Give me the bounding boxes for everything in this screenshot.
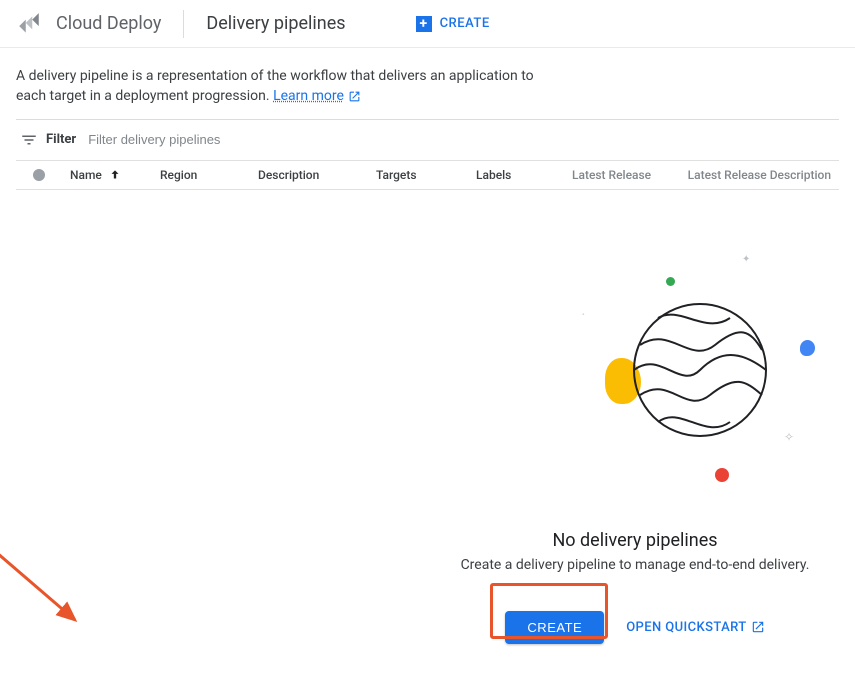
create-button-label: CREATE: [527, 620, 582, 635]
plus-icon: +: [416, 16, 432, 32]
empty-state-subtitle: Create a delivery pipeline to manage end…: [410, 557, 855, 573]
column-name[interactable]: Name: [62, 168, 152, 182]
open-quickstart-link[interactable]: OPEN QUICKSTART: [626, 620, 764, 635]
table-header-row: Name Region Description Targets Labels L…: [16, 160, 839, 190]
sparkle-icon: ✧: [784, 430, 794, 444]
cloud-deploy-logo-icon: [16, 10, 44, 38]
filter-icon: [20, 131, 38, 149]
column-latest-release-description-label: Latest Release Description: [688, 168, 831, 182]
sparkle-icon: •: [582, 310, 585, 319]
filter-label: Filter: [46, 132, 76, 147]
open-quickstart-label: OPEN QUICKSTART: [626, 620, 746, 635]
top-header: Cloud Deploy Delivery pipelines + CREATE: [0, 0, 855, 48]
create-button-header-label: CREATE: [440, 16, 490, 31]
empty-state-actions: CREATE OPEN QUICKSTART: [410, 611, 855, 644]
filter-input[interactable]: [88, 132, 835, 147]
column-region[interactable]: Region: [152, 168, 250, 182]
column-latest-release[interactable]: Latest Release: [564, 168, 676, 182]
decorative-dot-icon: [666, 277, 675, 286]
sort-ascending-icon: [108, 168, 122, 182]
open-in-new-icon: [751, 620, 765, 634]
column-select-all[interactable]: [16, 169, 62, 181]
globe-icon: [630, 300, 770, 440]
create-button-header[interactable]: + CREATE: [416, 16, 490, 32]
product-name: Cloud Deploy: [56, 10, 184, 38]
status-dot-icon: [33, 169, 45, 181]
page-description: A delivery pipeline is a representation …: [0, 48, 560, 119]
column-region-label: Region: [160, 168, 197, 182]
page-title: Delivery pipelines: [206, 13, 345, 34]
sparkle-icon: ✦: [742, 254, 750, 265]
annotation-arrow-icon: [0, 520, 120, 640]
column-description[interactable]: Description: [250, 168, 368, 182]
column-name-label: Name: [70, 168, 102, 182]
learn-more-label: Learn more: [273, 86, 344, 106]
empty-state: ✦ • ✧ No delivery pipelines Create a del…: [0, 240, 855, 644]
column-labels-label: Labels: [476, 168, 511, 182]
column-latest-release-description[interactable]: Latest Release Description: [676, 168, 839, 182]
create-button[interactable]: CREATE: [505, 611, 604, 644]
column-targets[interactable]: Targets: [368, 168, 468, 182]
content-area: Filter Name Region Description Targets L…: [16, 119, 839, 190]
column-targets-label: Targets: [376, 168, 417, 182]
empty-illustration: ✦ • ✧: [470, 240, 855, 530]
learn-more-link[interactable]: Learn more: [273, 86, 361, 106]
decorative-dot-icon: [715, 468, 729, 482]
empty-state-title: No delivery pipelines: [410, 530, 855, 551]
column-description-label: Description: [258, 168, 319, 182]
filter-bar: Filter: [16, 120, 839, 160]
column-latest-release-label: Latest Release: [572, 168, 651, 182]
open-in-new-icon: [348, 90, 361, 103]
decorative-dot-icon: [800, 340, 815, 356]
column-labels[interactable]: Labels: [468, 168, 564, 182]
